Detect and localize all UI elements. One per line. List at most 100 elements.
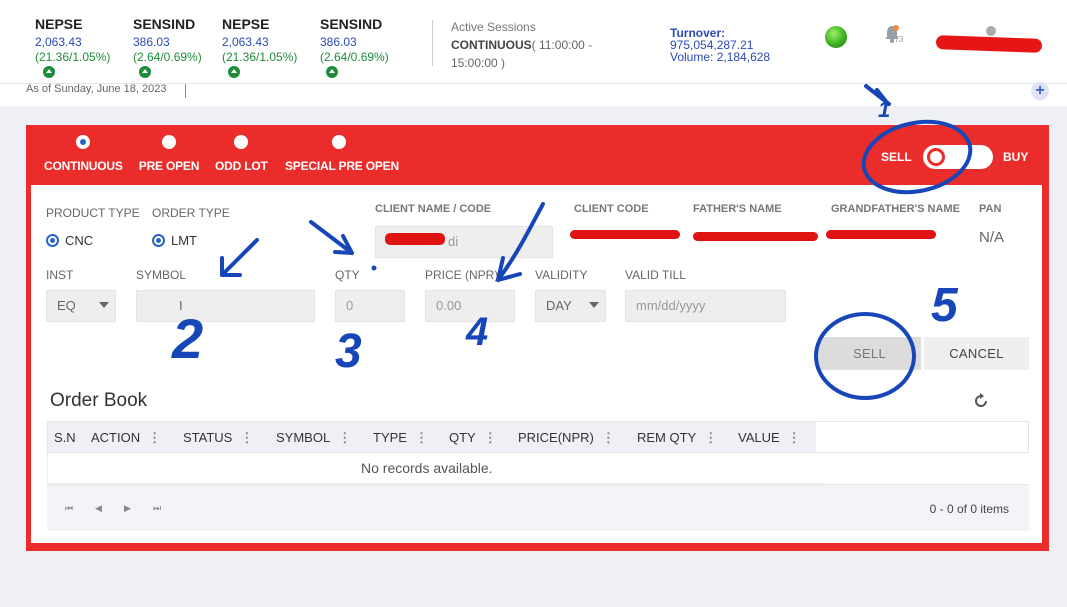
prev-page-icon[interactable]: ◀: [95, 503, 102, 514]
up-arrow-icon: [43, 66, 55, 78]
next-page-icon[interactable]: ▶: [124, 503, 131, 514]
market-type-odd-lot[interactable]: ODD LOT: [215, 135, 268, 173]
refresh-icon[interactable]: [973, 393, 989, 409]
up-arrow-icon: [139, 66, 151, 78]
father-name-label: FATHER'S NAME: [693, 203, 782, 215]
column-header[interactable]: TYPE ⋮: [373, 430, 428, 446]
buy-sell-toggle[interactable]: [923, 145, 993, 169]
first-page-icon[interactable]: ⏮: [65, 503, 73, 514]
inst-label: INST: [46, 268, 74, 282]
ticker-item: SENSIND 386.03 (2.64/0.69%): [133, 16, 233, 64]
sell-button[interactable]: SELL: [818, 337, 921, 370]
up-arrow-icon: [326, 66, 338, 78]
pan-value: N/A: [979, 229, 1005, 246]
divider: [185, 84, 186, 98]
column-header[interactable]: STATUS ⋮: [183, 430, 253, 446]
toggle-sell-label: SELL: [881, 150, 912, 164]
volume-value: 2,184,628: [716, 50, 771, 64]
radio-icon[interactable]: [162, 135, 176, 149]
market-type-label: ODD LOT: [215, 159, 268, 173]
column-menu-icon[interactable]: ⋮: [240, 430, 253, 445]
column-header[interactable]: S.N: [54, 430, 76, 445]
toggle-knob[interactable]: [927, 148, 945, 166]
index-change: (2.64/0.69%): [133, 50, 202, 64]
up-arrow-icon: [228, 66, 240, 78]
symbol-label: SYMBOL: [136, 268, 187, 282]
pan-label: PAN: [979, 203, 1002, 215]
radio-icon[interactable]: [234, 135, 248, 149]
chevron-down-icon: [589, 302, 599, 308]
grandfather-name-label: GRANDFATHER'S NAME: [831, 203, 960, 215]
index-value: 2,063.43: [35, 35, 82, 49]
redacted-father-name: [693, 232, 818, 241]
redacted-username[interactable]: [935, 35, 1043, 53]
validity-select[interactable]: DAY: [535, 290, 606, 322]
column-menu-icon[interactable]: ⋮: [484, 430, 497, 445]
volume-label: Volume:: [670, 50, 714, 64]
valid-till-input[interactable]: mm/dd/yyyy: [625, 290, 786, 322]
market-ticker-bar: NEPSE 2,063.43 (21.36/1.05%) SENSIND 386…: [0, 0, 1067, 84]
column-menu-icon[interactable]: ⋮: [788, 430, 801, 445]
price-input[interactable]: 0.00: [425, 290, 515, 322]
qty-input[interactable]: 0: [335, 290, 405, 322]
column-menu-icon[interactable]: ⋮: [704, 430, 717, 445]
market-type-label: PRE OPEN: [138, 159, 200, 173]
column-menu-icon[interactable]: ⋮: [148, 430, 161, 445]
order-type-value: LMT: [171, 233, 197, 248]
price-value: 0.00: [436, 298, 462, 313]
symbol-input[interactable]: I: [136, 290, 315, 322]
valid-till-placeholder: mm/dd/yyyy: [636, 298, 706, 313]
product-type-cnc[interactable]: CNC: [46, 233, 93, 248]
product-type-label: PRODUCT TYPE: [46, 206, 140, 220]
market-type-continuous[interactable]: CONTINUOUS: [44, 135, 123, 173]
radio-selected-icon[interactable]: [46, 234, 59, 247]
column-menu-icon[interactable]: ⋮: [338, 430, 351, 445]
order-book-header: S.N ACTION ⋮ STATUS ⋮ SYMBOL ⋮ TYPE ⋮ QTY ⋮ P…: [47, 421, 1029, 453]
cancel-button[interactable]: CANCEL: [924, 337, 1029, 370]
index-name: NEPSE: [35, 16, 83, 32]
divider: [432, 20, 433, 66]
market-type-special-pre-open[interactable]: SPECIAL PRE OPEN: [285, 135, 399, 173]
order-book-title: Order Book: [50, 390, 148, 411]
turnover-summary: Turnover: 975,054,287.21 Volume: 2,184,6…: [670, 27, 770, 63]
column-header[interactable]: REM QTY ⋮: [637, 430, 717, 446]
chevron-down-icon: [99, 302, 109, 308]
sessions-label: Active Sessions: [451, 20, 536, 34]
pagination-info: 0 - 0 of 0 items: [929, 502, 1009, 516]
market-type-pre-open[interactable]: PRE OPEN: [138, 135, 200, 173]
price-label: PRICE (NPR): [425, 268, 499, 282]
index-name: SENSIND: [320, 16, 383, 32]
index-name: SENSIND: [133, 16, 196, 32]
inst-select[interactable]: EQ: [46, 290, 116, 322]
radio-icon[interactable]: [332, 135, 346, 149]
column-header[interactable]: QTY ⋮: [449, 430, 497, 446]
radio-selected-icon[interactable]: [152, 234, 165, 247]
column-menu-icon[interactable]: ⋮: [415, 430, 428, 445]
add-button[interactable]: +: [1031, 82, 1049, 100]
order-type-lmt[interactable]: LMT: [152, 233, 197, 248]
pagination-bar: ⏮ ◀ ▶ ⏭ 0 - 0 of 0 items: [47, 484, 1029, 531]
client-code-label: CLIENT CODE: [574, 203, 649, 215]
column-header[interactable]: PRICE(NPR) ⋮: [518, 430, 615, 446]
index-change: (21.36/1.05%): [35, 50, 111, 64]
column-header[interactable]: ACTION ⋮: [91, 430, 161, 446]
valid-till-label: VALID TILL: [625, 268, 686, 282]
inst-value: EQ: [57, 298, 76, 313]
ticker-item: NEPSE 2,063.43 (21.36/1.05%): [35, 16, 135, 64]
session-mode: CONTINUOUS: [451, 38, 532, 52]
order-type-label: ORDER TYPE: [152, 206, 230, 220]
market-status-indicator: [825, 26, 847, 48]
market-type-label: SPECIAL PRE OPEN: [285, 159, 399, 173]
validity-label: VALIDITY: [535, 268, 588, 282]
column-header[interactable]: VALUE ⋮: [738, 430, 801, 446]
last-page-icon[interactable]: ⏭: [153, 503, 161, 514]
column-header[interactable]: SYMBOL ⋮: [276, 430, 351, 446]
index-change: (21.36/1.05%): [222, 50, 298, 64]
product-type-value: CNC: [65, 233, 94, 248]
radio-selected-icon[interactable]: [76, 135, 90, 149]
index-value: 2,063.43: [222, 35, 269, 49]
index-value: 386.03: [133, 35, 170, 49]
text-cursor-icon: I: [179, 298, 183, 313]
column-menu-icon[interactable]: ⋮: [602, 430, 615, 445]
active-sessions: Active Sessions CONTINUOUS( 11:00:00 - 1…: [451, 20, 641, 72]
